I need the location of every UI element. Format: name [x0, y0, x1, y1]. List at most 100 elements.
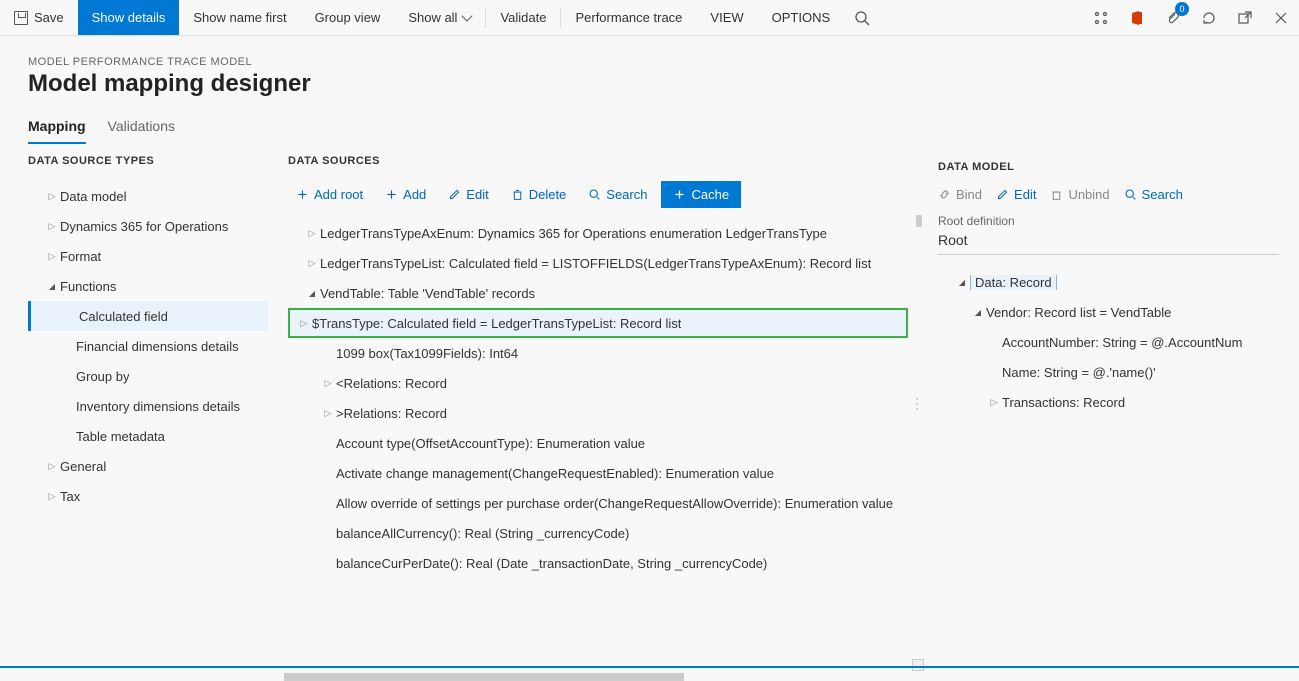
save-button[interactable]: Save [0, 0, 78, 35]
tree-row[interactable]: 1099 box(Tax1099Fields): Int64 [288, 338, 908, 368]
tree-row[interactable]: Allow override of settings per purchase … [288, 488, 908, 518]
group-view-label: Group view [315, 10, 381, 25]
dm-search-label: Search [1142, 187, 1183, 202]
data-model-tree[interactable]: Data: Record Vendor: Record list = VendTa… [938, 267, 1279, 417]
tree-row[interactable]: Data: Record [938, 267, 1279, 297]
show-details-button[interactable]: Show details [78, 0, 180, 35]
close-button[interactable] [1263, 0, 1299, 36]
tree-row[interactable]: balanceCurPerDate(): Real (Date _transac… [288, 548, 908, 578]
tree-label: LedgerTransTypeAxEnum: Dynamics 365 for … [320, 226, 827, 241]
tree-row[interactable]: Calculated field [28, 301, 268, 331]
page-title: Model mapping designer [28, 70, 1271, 98]
chevron-right-icon [44, 251, 60, 262]
tree-row[interactable]: balanceAllCurrency(): Real (String _curr… [288, 518, 908, 548]
delete-button[interactable]: Delete [503, 182, 575, 207]
popout-icon [1237, 10, 1253, 26]
chevron-right-icon [44, 491, 60, 502]
tree-row[interactable]: LedgerTransTypeList: Calculated field = … [288, 248, 908, 278]
show-name-first-button[interactable]: Show name first [179, 0, 300, 35]
add-root-button[interactable]: Add root [288, 182, 371, 207]
tree-row[interactable]: Table metadata [28, 421, 268, 451]
bind-button[interactable]: Bind [938, 187, 982, 202]
tree-row[interactable]: Tax [28, 481, 268, 511]
dm-search-button[interactable]: Search [1124, 187, 1183, 202]
search-icon [1124, 188, 1137, 201]
pencil-icon [448, 188, 461, 201]
global-search-button[interactable] [844, 0, 880, 36]
show-details-label: Show details [92, 10, 166, 25]
tree-row[interactable]: <Relations: Record [288, 368, 908, 398]
tab-mapping[interactable]: Mapping [28, 118, 86, 144]
chevron-down-icon [970, 308, 986, 317]
tree-label: Format [60, 249, 101, 264]
data-model-toolbar: Bind Edit Unbind Search [938, 187, 1279, 202]
options-button[interactable]: OPTIONS [758, 0, 845, 35]
office-icon-button[interactable] [1119, 0, 1155, 36]
tree-row[interactable]: Transactions: Record [938, 387, 1279, 417]
tree-label: Allow override of settings per purchase … [336, 496, 893, 511]
tree-row[interactable]: >Relations: Record [288, 398, 908, 428]
tree-row[interactable]: Account type(OffsetAccountType): Enumera… [288, 428, 908, 458]
root-definition-value[interactable]: Root [938, 228, 1279, 255]
data-source-types-tree[interactable]: Data model Dynamics 365 for Operations For… [28, 181, 268, 511]
save-label: Save [34, 10, 64, 25]
breadcrumb: MODEL PERFORMANCE TRACE MODEL [28, 56, 1271, 68]
view-button[interactable]: VIEW [696, 0, 757, 35]
tree-row[interactable]: Dynamics 365 for Operations [28, 211, 268, 241]
tree-row[interactable]: VendTable: Table 'VendTable' records [288, 278, 908, 308]
tree-row[interactable]: Functions [28, 271, 268, 301]
add-label: Add [403, 187, 426, 202]
chevron-down-icon [44, 282, 60, 291]
plus-icon [673, 188, 686, 201]
add-button[interactable]: Add [377, 182, 434, 207]
chevron-right-icon [296, 318, 312, 329]
chevron-down-icon [304, 289, 320, 298]
scroll-corner [912, 659, 924, 671]
data-sources-toolbar: Add root Add Edit Delete Search Cache [288, 181, 908, 208]
tree-label: balanceAllCurrency(): Real (String _curr… [336, 526, 629, 541]
notifications-button[interactable]: 0 [1155, 0, 1191, 36]
tree-row[interactable]: LedgerTransTypeAxEnum: Dynamics 365 for … [288, 218, 908, 248]
tree-label: balanceCurPerDate(): Real (Date _transac… [336, 556, 767, 571]
tree-row[interactable]: Financial dimensions details [28, 331, 268, 361]
chevron-right-icon [986, 397, 1002, 408]
show-all-button[interactable]: Show all [394, 0, 485, 35]
edit-button[interactable]: Edit [440, 182, 496, 207]
unbind-button[interactable]: Unbind [1050, 187, 1109, 202]
tree-label: Data: Record [970, 275, 1057, 290]
refresh-button[interactable] [1191, 0, 1227, 36]
cache-button[interactable]: Cache [661, 181, 741, 208]
tab-validations[interactable]: Validations [108, 118, 175, 144]
performance-trace-button[interactable]: Performance trace [561, 0, 696, 35]
refresh-icon [1201, 10, 1217, 26]
validate-button[interactable]: Validate [486, 0, 560, 35]
tree-label: Name: String = @.'name()' [1002, 365, 1156, 380]
search-button[interactable]: Search [580, 182, 655, 207]
tree-row[interactable]: Format [28, 241, 268, 271]
tree-row[interactable]: Data model [28, 181, 268, 211]
tree-row[interactable]: Name: String = @.'name()' [938, 357, 1279, 387]
tree-row[interactable]: Activate change management(ChangeRequest… [288, 458, 908, 488]
perf-trace-label: Performance trace [575, 10, 682, 25]
edit-label: Edit [466, 187, 488, 202]
tree-label: >Relations: Record [336, 406, 447, 421]
tree-row[interactable]: General [28, 451, 268, 481]
validate-label: Validate [500, 10, 546, 25]
tree-row[interactable]: Group by [28, 361, 268, 391]
tree-row[interactable]: $TransType: Calculated field = LedgerTra… [288, 308, 908, 338]
tree-row[interactable]: Vendor: Record list = VendTable [938, 297, 1279, 327]
dm-edit-button[interactable]: Edit [996, 187, 1036, 202]
trash-icon [1050, 188, 1063, 201]
panel-resizer[interactable]: ⋮ [910, 395, 922, 412]
search-label: Search [606, 187, 647, 202]
add-root-label: Add root [314, 187, 363, 202]
tree-label: Dynamics 365 for Operations [60, 219, 228, 234]
horizontal-scrollbar[interactable] [284, 673, 684, 681]
data-sources-tree[interactable]: LedgerTransTypeAxEnum: Dynamics 365 for … [288, 218, 908, 588]
group-view-button[interactable]: Group view [301, 0, 395, 35]
popout-button[interactable] [1227, 0, 1263, 36]
connect-icon-button[interactable] [1083, 0, 1119, 36]
tree-row[interactable]: AccountNumber: String = @.AccountNum [938, 327, 1279, 357]
tree-row[interactable]: Inventory dimensions details [28, 391, 268, 421]
chevron-right-icon [304, 258, 320, 269]
